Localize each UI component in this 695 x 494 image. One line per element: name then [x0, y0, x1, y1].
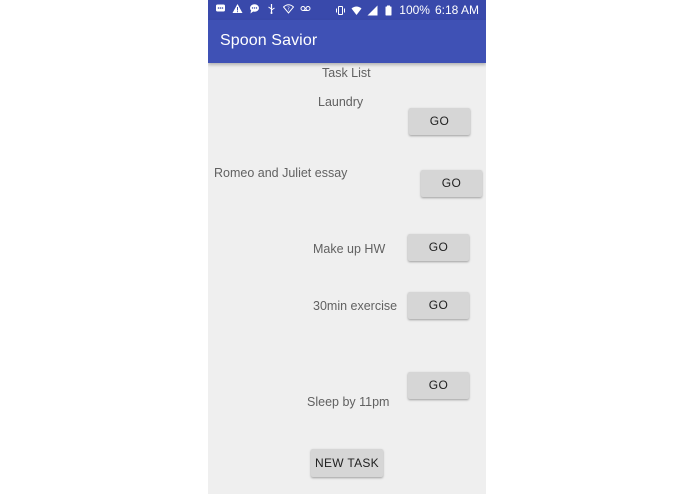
task-label: Sleep by 11pm	[307, 395, 390, 409]
task-label: 30min exercise	[313, 299, 398, 313]
warning-icon	[232, 3, 243, 14]
app-title: Spoon Savior	[220, 32, 318, 49]
chat-icon	[249, 3, 260, 14]
system-icons: 100% 6:18 AM	[335, 3, 479, 17]
notification-icons: ?	[215, 3, 311, 14]
task-list-screen: Task List Laundry GO Romeo and Juliet es…	[208, 63, 486, 494]
svg-text:?: ?	[287, 7, 290, 13]
message-icon	[215, 3, 226, 14]
phone-screen: ? 100% 6:18 AM Spoon Savior Task List La…	[208, 0, 486, 494]
status-bar: ? 100% 6:18 AM	[208, 0, 486, 20]
new-task-button[interactable]: NEW TASK	[311, 449, 383, 477]
clock: 6:18 AM	[434, 3, 479, 17]
vibrate-icon	[335, 5, 346, 16]
app-bar: Spoon Savior	[208, 20, 486, 63]
wifi-question-icon: ?	[282, 3, 295, 14]
go-button-make-up-hw[interactable]: GO	[408, 234, 469, 261]
go-button-romeo-juliet-essay[interactable]: GO	[421, 170, 482, 197]
battery-percent: 100%	[399, 3, 430, 17]
task-label: Make up HW	[313, 242, 386, 256]
usb-icon	[266, 3, 277, 14]
go-button-30min-exercise[interactable]: GO	[408, 292, 469, 319]
task-label: Laundry	[318, 95, 364, 109]
signal-icon	[367, 5, 378, 16]
go-button-laundry[interactable]: GO	[409, 108, 470, 135]
task-label: Romeo and Juliet essay	[214, 166, 348, 180]
page-title: Task List	[322, 66, 371, 80]
go-button-sleep-by-11pm[interactable]: GO	[408, 372, 469, 399]
battery-icon	[383, 5, 394, 16]
voicemail-icon	[300, 3, 311, 14]
wifi-icon	[351, 5, 362, 16]
